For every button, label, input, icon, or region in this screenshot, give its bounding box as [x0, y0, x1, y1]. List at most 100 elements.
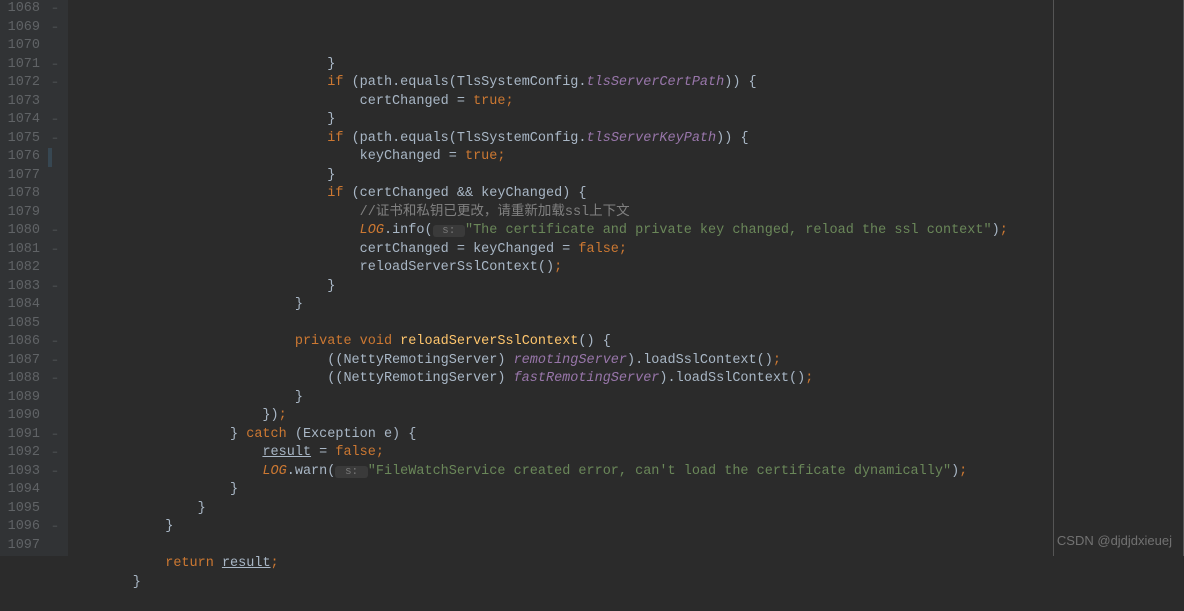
line-number: 1087	[0, 352, 40, 371]
code-token: return	[165, 556, 222, 571]
code-line[interactable]: if (certChanged && keyChanged) {	[68, 185, 1183, 204]
code-line[interactable]: }	[68, 167, 1183, 186]
line-number: 1075	[0, 130, 40, 149]
code-line[interactable]: return result;	[68, 555, 1183, 574]
code-line[interactable]: certChanged = true;	[68, 93, 1183, 112]
code-line[interactable]: certChanged = keyChanged = false;	[68, 241, 1183, 260]
code-line[interactable]: //证书和私钥已更改，请重新加载ssl上下文	[68, 204, 1183, 223]
code-line[interactable]	[68, 315, 1183, 334]
code-line[interactable]: ((NettyRemotingServer) remotingServer).l…	[68, 352, 1183, 371]
code-line[interactable]: keyChanged = true;	[68, 148, 1183, 167]
code-line[interactable]: }	[68, 111, 1183, 130]
code-line[interactable]	[68, 537, 1183, 556]
code-token: (path.equals(TlsSystemConfig.	[352, 75, 587, 90]
fold-marker-icon[interactable]: −	[50, 467, 60, 477]
code-token	[68, 445, 262, 460]
line-number: 1088	[0, 370, 40, 389]
code-token: result	[262, 445, 311, 460]
line-number-gutter: 1068106910701071107210731074107510761077…	[0, 0, 48, 556]
fold-marker-icon[interactable]: −	[50, 245, 60, 255]
line-number: 1076	[0, 148, 40, 167]
code-token: )) {	[724, 75, 756, 90]
line-number: 1069	[0, 19, 40, 38]
line-number: 1077	[0, 167, 40, 186]
code-line[interactable]: LOG.info( s: "The certificate and privat…	[68, 222, 1183, 241]
fold-marker-icon[interactable]: −	[50, 226, 60, 236]
code-token: ((NettyRemotingServer)	[68, 371, 514, 386]
code-line[interactable]: }	[68, 574, 1183, 593]
code-token: true	[465, 149, 497, 164]
code-token: ;	[959, 464, 967, 479]
code-line[interactable]: });	[68, 407, 1183, 426]
code-token: ;	[376, 445, 384, 460]
fold-marker-icon[interactable]: −	[50, 78, 60, 88]
code-token: )	[992, 223, 1000, 238]
fold-column[interactable]: − − − − − − − − − − − − − − − −	[48, 0, 68, 556]
code-token: certChanged =	[68, 94, 473, 109]
code-line[interactable]: }	[68, 518, 1183, 537]
fold-marker-icon[interactable]: −	[50, 4, 60, 14]
code-token: result	[222, 556, 271, 571]
line-number: 1074	[0, 111, 40, 130]
fold-marker-icon[interactable]: −	[50, 134, 60, 144]
code-line[interactable]: }	[68, 296, 1183, 315]
code-token: private void	[295, 334, 400, 349]
code-token: }	[68, 390, 303, 405]
code-line[interactable]: }	[68, 481, 1183, 500]
line-number: 1072	[0, 74, 40, 93]
code-token: ;	[805, 371, 813, 386]
fold-marker-icon[interactable]: −	[50, 23, 60, 33]
line-number: 1086	[0, 333, 40, 352]
code-token: }	[68, 57, 335, 72]
code-token	[68, 186, 327, 201]
code-token: }	[68, 575, 141, 590]
code-token: certChanged = keyChanged =	[68, 242, 578, 257]
fold-marker-icon[interactable]: −	[50, 522, 60, 532]
fold-marker-icon[interactable]: −	[50, 337, 60, 347]
code-line[interactable]: }	[68, 389, 1183, 408]
code-line[interactable]: result = false;	[68, 444, 1183, 463]
code-token: ).loadSslContext()	[659, 371, 805, 386]
code-area[interactable]: } if (path.equals(TlsSystemConfig.tlsSer…	[68, 0, 1184, 556]
code-token: (Exception e) {	[295, 427, 417, 442]
code-token: }	[68, 519, 173, 534]
code-line[interactable]	[68, 592, 1183, 611]
code-token	[68, 75, 327, 90]
code-token: ).loadSslContext()	[627, 353, 773, 368]
code-token: }	[68, 168, 335, 183]
fold-marker-icon[interactable]: −	[50, 115, 60, 125]
fold-marker-icon[interactable]: −	[50, 356, 60, 366]
code-line[interactable]: if (path.equals(TlsSystemConfig.tlsServe…	[68, 74, 1183, 93]
code-line[interactable]: }	[68, 56, 1183, 75]
code-token: }	[68, 482, 238, 497]
code-line[interactable]: reloadServerSslContext();	[68, 259, 1183, 278]
code-token: keyChanged =	[68, 149, 465, 164]
code-token: }	[68, 427, 246, 442]
code-token	[68, 223, 360, 238]
code-line[interactable]: ((NettyRemotingServer) fastRemotingServe…	[68, 370, 1183, 389]
line-number: 1096	[0, 518, 40, 537]
code-line[interactable]: }	[68, 278, 1183, 297]
fold-marker-icon[interactable]: −	[50, 430, 60, 440]
fold-marker-icon[interactable]: −	[50, 448, 60, 458]
code-token	[68, 205, 360, 220]
code-line[interactable]: if (path.equals(TlsSystemConfig.tlsServe…	[68, 130, 1183, 149]
code-token: ;	[497, 149, 505, 164]
code-token: s:	[335, 466, 367, 478]
code-line[interactable]: }	[68, 500, 1183, 519]
fold-marker-icon[interactable]: −	[50, 282, 60, 292]
code-token: )	[951, 464, 959, 479]
fold-marker-icon[interactable]: −	[50, 60, 60, 70]
code-editor[interactable]: 1068106910701071107210731074107510761077…	[0, 0, 1184, 556]
fold-marker-icon[interactable]: −	[50, 374, 60, 384]
code-line[interactable]: } catch (Exception e) {	[68, 426, 1183, 445]
code-line[interactable]: private void reloadServerSslContext() {	[68, 333, 1183, 352]
code-token: s:	[433, 225, 465, 237]
line-number: 1082	[0, 259, 40, 278]
code-line[interactable]: LOG.warn( s: "FileWatchService created e…	[68, 463, 1183, 482]
code-token: () {	[578, 334, 610, 349]
code-token: ;	[554, 260, 562, 275]
code-token: }	[68, 297, 303, 312]
code-token: ;	[271, 556, 279, 571]
line-number: 1068	[0, 0, 40, 19]
